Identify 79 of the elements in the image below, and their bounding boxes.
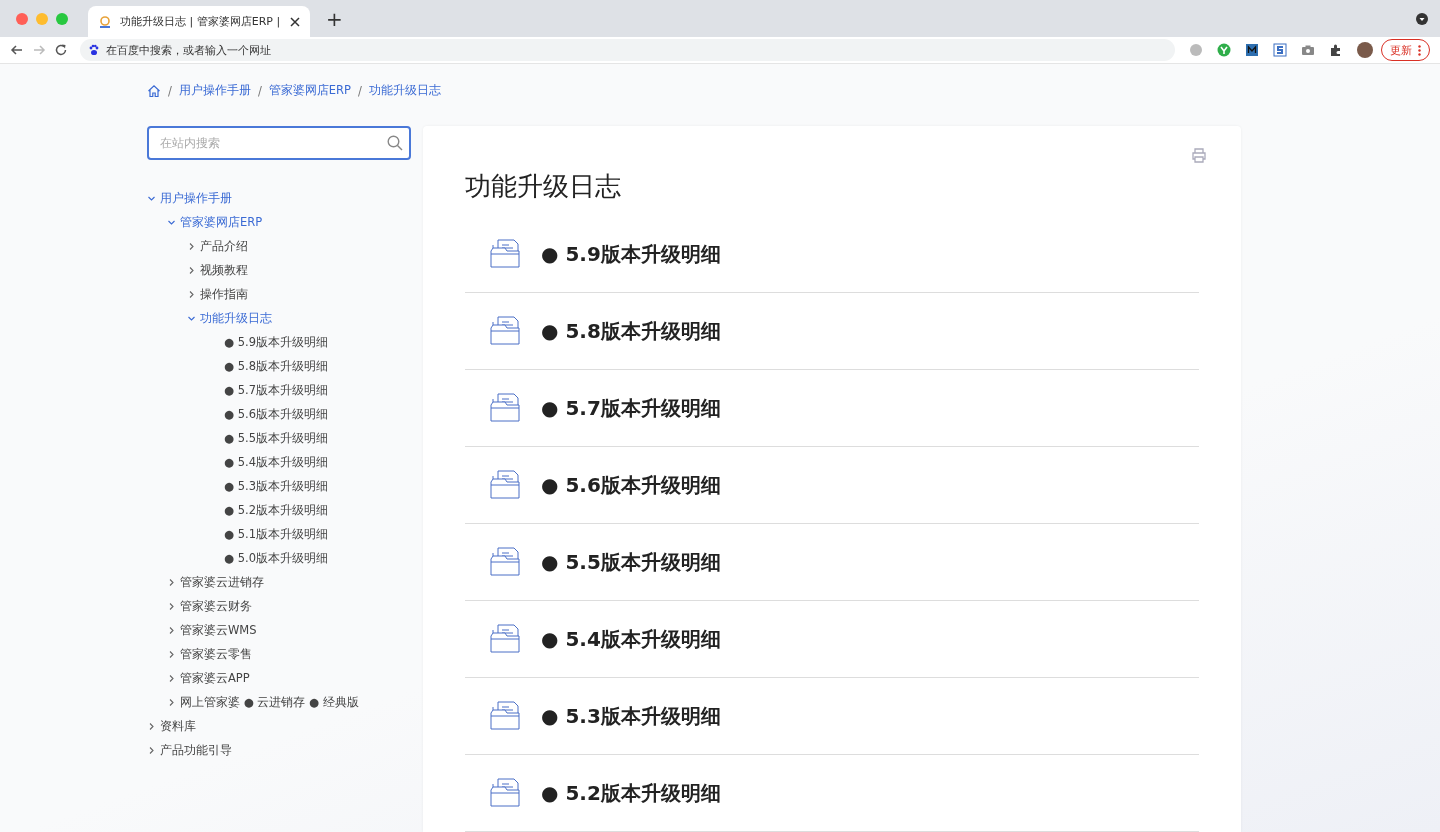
search-icon[interactable] xyxy=(387,135,403,151)
entry-link[interactable]: ● 5.8版本升级明细 xyxy=(541,317,721,345)
entry-link[interactable]: ● 5.5版本升级明细 xyxy=(541,548,721,576)
folder-document-icon xyxy=(489,776,523,810)
tree-item[interactable]: 视频教程 xyxy=(200,262,248,278)
browser-tab[interactable]: 功能升级日志 | 管家婆网店ERP | xyxy=(88,6,310,37)
chevron-right-icon[interactable] xyxy=(167,577,176,587)
tree-item[interactable]: 功能升级日志 xyxy=(200,310,272,326)
tree-item[interactable]: 管家婆云财务 xyxy=(180,598,252,614)
camera-icon[interactable] xyxy=(1301,43,1315,57)
entry-link[interactable]: ● 5.7版本升级明细 xyxy=(541,394,721,422)
page-link[interactable]: ● 5.1版本升级明细 xyxy=(224,526,328,542)
chevron-right-icon[interactable] xyxy=(187,241,196,251)
page-link[interactable]: ● 5.4版本升级明细 xyxy=(224,454,328,470)
tree-item[interactable]: 资料库 xyxy=(160,718,196,734)
search-field[interactable]: 在站内搜索 xyxy=(147,126,411,160)
entry-link[interactable]: ● 5.3版本升级明细 xyxy=(541,702,721,730)
entry-link[interactable]: ● 5.9版本升级明细 xyxy=(541,240,721,268)
avatar-icon[interactable] xyxy=(1357,42,1373,58)
chevron-right-icon[interactable] xyxy=(167,649,176,659)
address-placeholder: 在百度中搜索，或者输入一个网址 xyxy=(106,42,271,58)
breadcrumb-link[interactable]: 管家婆网店ERP xyxy=(268,83,351,98)
print-icon[interactable] xyxy=(1191,148,1207,163)
entry-link[interactable]: ● 5.2版本升级明细 xyxy=(541,779,721,807)
chevron-right-icon[interactable] xyxy=(187,265,196,275)
entry-link[interactable]: ● 5.4版本升级明细 xyxy=(541,625,721,653)
breadcrumb-link[interactable]: 用户操作手册 xyxy=(178,83,251,98)
close-window-button[interactable] xyxy=(16,12,28,25)
chevron-right-icon[interactable] xyxy=(167,673,176,683)
chevron-right-icon[interactable] xyxy=(187,289,196,299)
address-bar[interactable]: 在百度中搜索，或者输入一个网址 xyxy=(80,39,1175,61)
page-link[interactable]: ● 5.6版本升级明细 xyxy=(224,406,328,422)
site-logo-icon xyxy=(98,14,112,29)
folder-document-icon xyxy=(489,468,523,502)
breadcrumb-separator: / xyxy=(168,83,172,98)
page-link[interactable]: ● 5.0版本升级明细 xyxy=(224,550,328,566)
reload-icon[interactable] xyxy=(54,43,68,57)
paw-icon xyxy=(88,44,100,56)
tree-item[interactable]: 管家婆云进销存 xyxy=(180,574,264,590)
page-link[interactable]: ● 5.2版本升级明细 xyxy=(224,502,328,518)
tree-item[interactable]: 管家婆云APP xyxy=(180,670,250,686)
new-tab-button[interactable]: + xyxy=(322,6,347,31)
folder-document-icon xyxy=(489,699,523,733)
close-tab-icon[interactable] xyxy=(290,16,300,27)
page-link[interactable]: ● 5.8版本升级明细 xyxy=(224,358,328,374)
page-link[interactable]: ● 5.5版本升级明细 xyxy=(224,430,328,446)
chevron-right-icon[interactable] xyxy=(167,601,176,611)
page-link[interactable]: ● 5.9版本升级明细 xyxy=(224,334,328,350)
folder-document-icon xyxy=(489,622,523,656)
tree-item[interactable]: 用户操作手册 xyxy=(160,190,232,206)
tree-item[interactable]: 管家婆网店ERP xyxy=(180,214,263,230)
page-link[interactable]: ● 5.7版本升级明细 xyxy=(224,382,328,398)
tab-search-icon[interactable] xyxy=(1416,12,1428,25)
folder-document-icon xyxy=(489,391,523,425)
tree-item[interactable]: 产品功能引导 xyxy=(160,742,232,758)
update-button[interactable]: 更新 xyxy=(1381,39,1430,61)
folder-document-icon xyxy=(489,545,523,579)
folder-document-icon xyxy=(489,237,523,271)
tree-item[interactable]: 管家婆云WMS xyxy=(180,622,257,638)
tree-item[interactable]: 网上管家婆 ● 云进销存 ● 经典版 xyxy=(180,694,359,710)
breadcrumb-link[interactable]: 功能升级日志 xyxy=(368,83,441,98)
chevron-right-icon[interactable] xyxy=(167,625,176,635)
entry-link[interactable]: ● 5.6版本升级明细 xyxy=(541,471,721,499)
tree-item[interactable]: 产品介绍 xyxy=(200,238,248,254)
home-icon[interactable] xyxy=(147,83,161,98)
more-icon[interactable] xyxy=(1418,44,1421,56)
chevron-right-icon[interactable] xyxy=(147,745,156,755)
tree-item[interactable]: 操作指南 xyxy=(200,286,248,302)
folder-document-icon xyxy=(489,314,523,348)
chevron-right-icon[interactable] xyxy=(167,697,176,707)
puzzle-icon[interactable] xyxy=(1329,43,1343,57)
back-icon[interactable] xyxy=(10,43,24,57)
page-title: 功能升级日志 xyxy=(465,170,622,203)
extension-icon[interactable] xyxy=(1245,43,1259,57)
page-link[interactable]: ● 5.3版本升级明细 xyxy=(224,478,328,494)
breadcrumb-separator: / xyxy=(257,83,262,98)
breadcrumb-separator: / xyxy=(357,83,362,98)
chevron-right-icon[interactable] xyxy=(147,721,156,731)
tree-item[interactable]: 管家婆云零售 xyxy=(180,646,252,662)
